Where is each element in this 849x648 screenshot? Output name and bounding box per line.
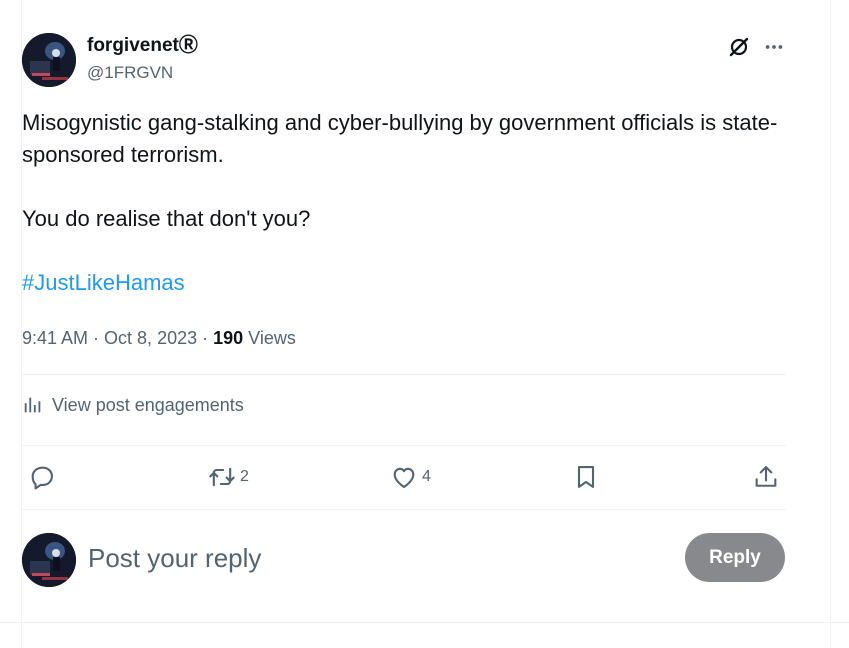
author-avatar[interactable] <box>22 33 76 87</box>
reply-submit-button[interactable]: Reply <box>685 533 785 582</box>
divider <box>22 374 786 375</box>
bookmark-icon <box>577 466 595 488</box>
share-icon <box>755 466 777 487</box>
post-meta: 9:41 AM · Oct 8, 2023 · 190 Views <box>22 325 296 351</box>
heart-icon <box>393 467 415 488</box>
share-button[interactable] <box>752 460 780 494</box>
author-handle[interactable]: @1FRGVN <box>87 62 173 84</box>
meta-separator: · <box>88 328 105 348</box>
post-paragraph: Misogynistic gang-stalking and cyber-bul… <box>22 110 778 167</box>
like-count: 4 <box>422 468 431 485</box>
view-engagements-label: View post engagements <box>52 394 244 415</box>
view-engagements-link[interactable]: View post engagements <box>22 394 244 416</box>
avatar-image <box>22 33 76 87</box>
grok-icon[interactable] <box>725 33 753 61</box>
analytics-icon <box>24 397 41 413</box>
like-button[interactable]: 4 <box>390 460 431 494</box>
views-label: Views <box>243 328 296 348</box>
post-paragraph: You do realise that don't you? <box>22 206 311 231</box>
reply-icon <box>31 466 53 490</box>
divider <box>22 445 786 446</box>
views-count: 190 <box>213 328 244 348</box>
avatar-image <box>22 533 76 587</box>
reply-input[interactable] <box>88 538 668 578</box>
post-date[interactable]: Oct 8, 2023 <box>104 328 197 348</box>
meta-separator: · <box>197 328 214 348</box>
hashtag-link[interactable]: #JustLikeHamas <box>22 270 185 295</box>
retweet-button[interactable]: 2 <box>208 460 249 494</box>
divider <box>0 622 849 623</box>
reply-button[interactable] <box>28 460 60 494</box>
bookmark-button[interactable] <box>572 460 600 494</box>
author-display-name[interactable]: forgivenetⓇ <box>87 34 198 58</box>
post-text: Misogynistic gang-stalking and cyber-bul… <box>22 107 792 299</box>
current-user-avatar[interactable] <box>22 533 76 587</box>
more-icon[interactable] <box>760 33 788 61</box>
post-time[interactable]: 9:41 AM <box>22 328 88 348</box>
divider <box>22 509 786 510</box>
retweet-count: 2 <box>240 468 249 485</box>
retweet-icon <box>209 467 235 487</box>
